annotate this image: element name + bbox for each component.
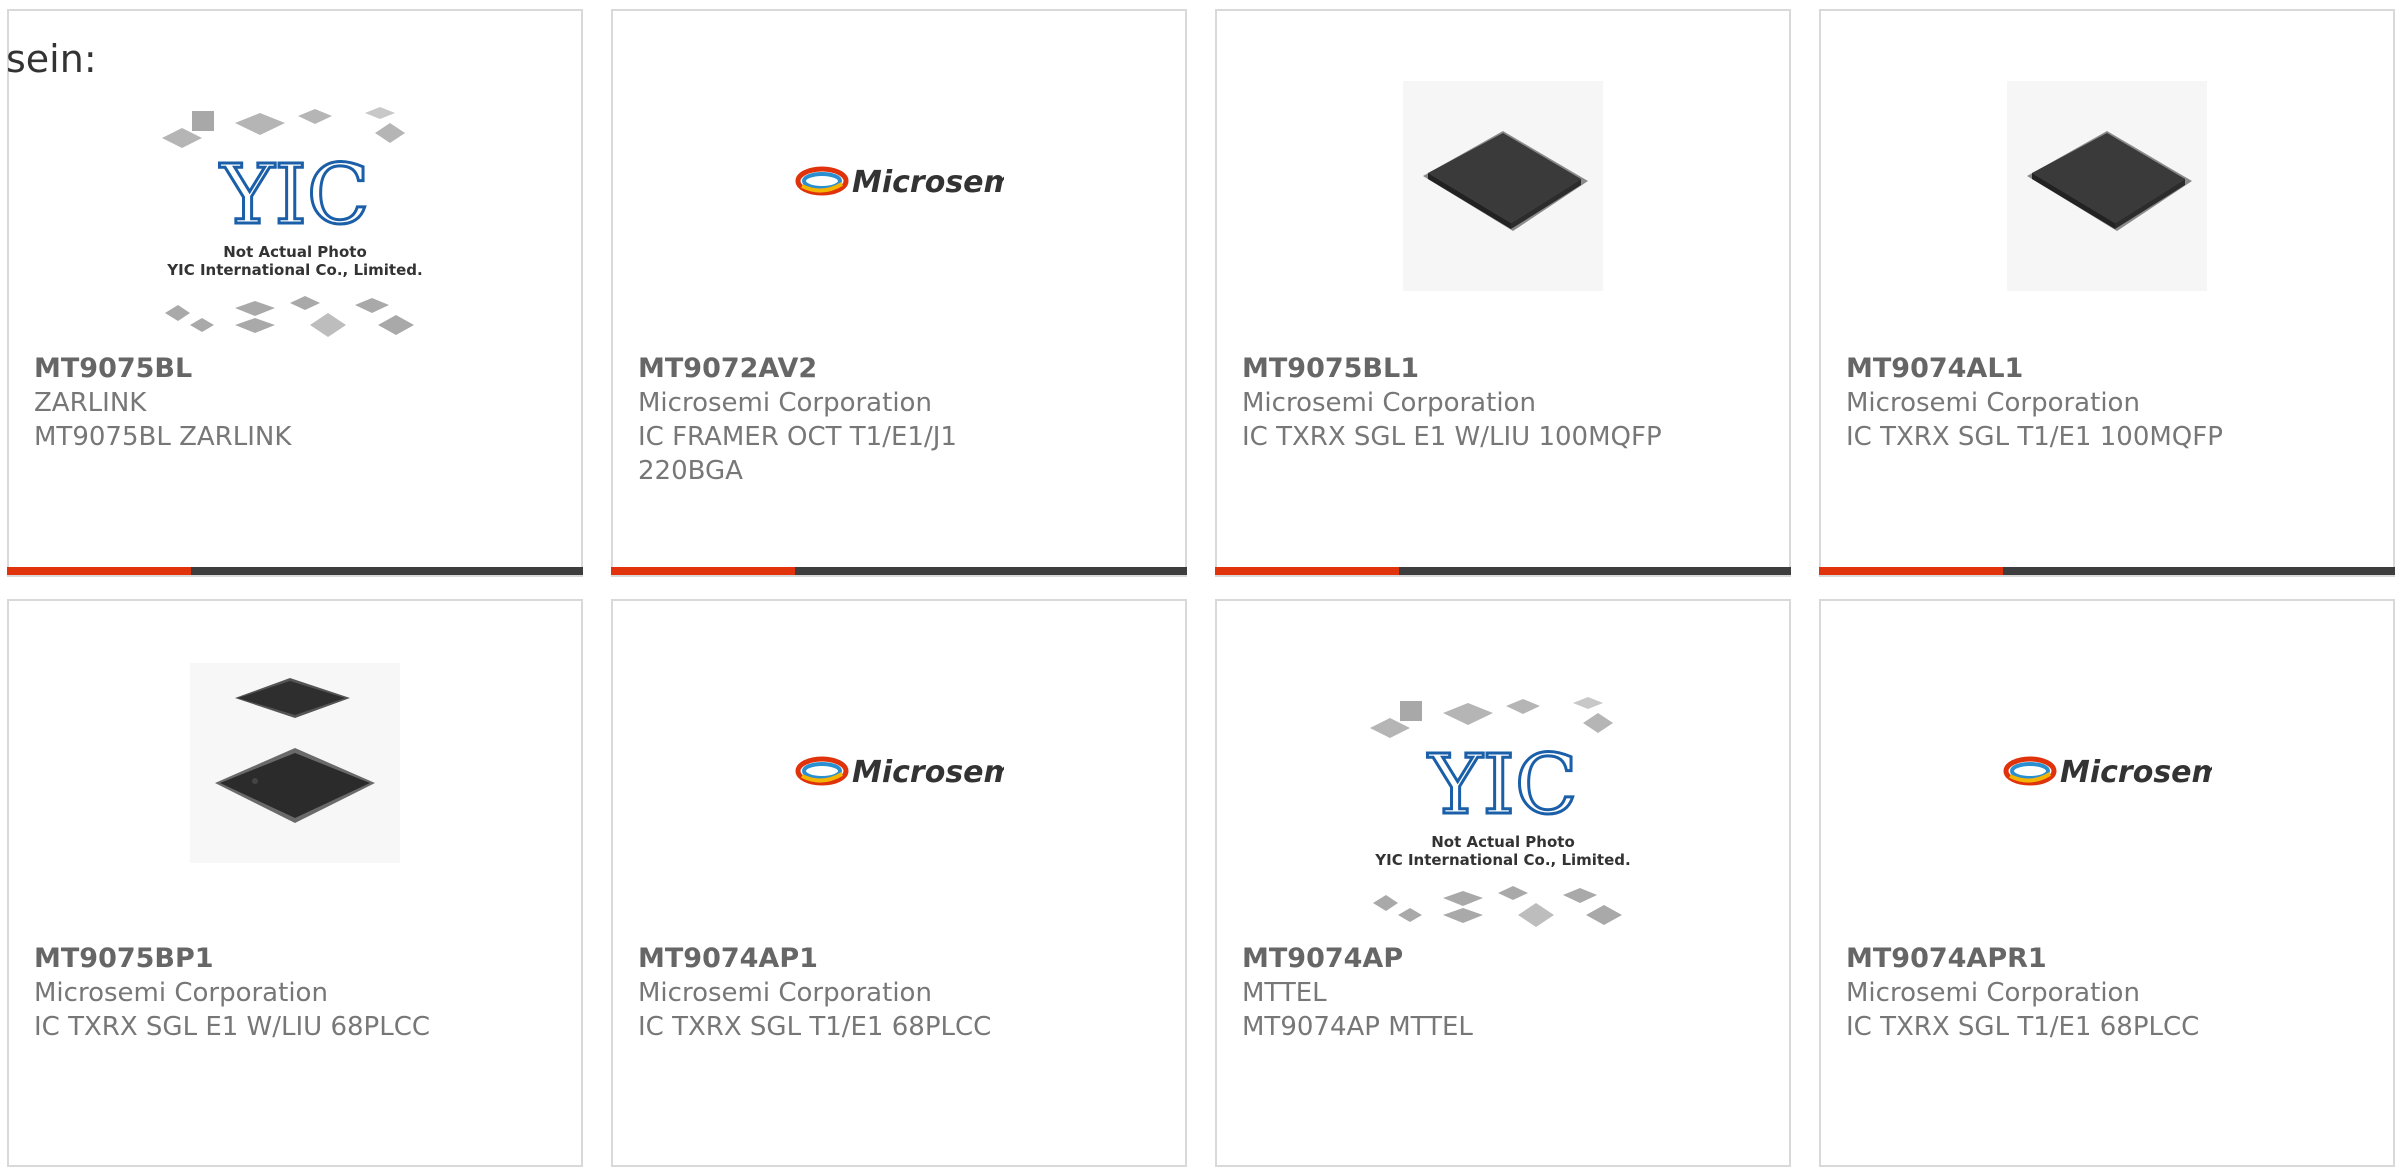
product-card-mt9074ap1[interactable]: Microsemi MT9074AP1 Microsemi Corporatio… <box>611 599 1187 1167</box>
product-card-mt9074al1[interactable]: MT9074AL1 Microsemi Corporation IC TXRX … <box>1819 9 2395 577</box>
part-number[interactable]: MT9075BL <box>34 352 561 386</box>
image-caption-line2: YIC International Co., Limited. <box>1374 851 1630 869</box>
card-bottom-bar <box>1819 567 2395 575</box>
description: MT9075BL ZARLINK <box>34 422 292 452</box>
manufacturer: ZARLINK <box>34 388 147 418</box>
microsemi-logo-text: Microsemi <box>852 165 1004 200</box>
manufacturer: Microsemi Corporation <box>1846 978 2140 1008</box>
card-bar-accent <box>7 567 191 575</box>
plcc-chip-image <box>190 663 400 863</box>
description: IC TXRX SGL T1/E1 68PLCC <box>638 1012 992 1042</box>
product-image[interactable] <box>9 601 581 931</box>
card-bottom-bar <box>7 567 583 575</box>
description: MT9074AP MTTEL <box>1242 1012 1473 1042</box>
part-number[interactable]: MT9074AP <box>1242 942 1769 976</box>
product-image[interactable]: Microsemi <box>1821 601 2393 931</box>
product-card-mt9074ap[interactable]: YIC Not Actual Photo YIC International C… <box>1215 599 1791 1167</box>
product-image[interactable]: YIC Not Actual Photo YIC International C… <box>1217 601 1789 931</box>
description: IC TXRX SGL E1 W/LIU 100MQFP <box>1242 422 1662 452</box>
product-card-mt9074apr1[interactable]: Microsemi MT9074APR1 Microsemi Corporati… <box>1819 599 2395 1167</box>
description: IC TXRX SGL E1 W/LIU 68PLCC <box>34 1012 431 1042</box>
description-line1: IC FRAMER OCT T1/E1/J1 <box>638 422 957 452</box>
part-number[interactable]: MT9074APR1 <box>1846 942 2373 976</box>
image-caption-line1: Not Actual Photo <box>1431 833 1575 851</box>
manufacturer: Microsemi Corporation <box>638 388 932 418</box>
microsemi-logo-text: Microsemi <box>852 755 1004 790</box>
card-bar-accent <box>1819 567 2003 575</box>
product-image[interactable] <box>1217 11 1789 341</box>
image-caption-line2: YIC International Co., Limited. <box>166 261 422 279</box>
microsemi-logo-image: Microsemi <box>795 165 1004 200</box>
manufacturer: Microsemi Corporation <box>1846 388 2140 418</box>
product-image[interactable]: Microsemi <box>613 11 1185 341</box>
card-bar-accent <box>1215 567 1399 575</box>
part-number[interactable]: MT9074AL1 <box>1846 352 2373 386</box>
manufacturer: Microsemi Corporation <box>34 978 328 1008</box>
image-caption-line1: Not Actual Photo <box>223 243 367 261</box>
part-number[interactable]: MT9075BL1 <box>1242 352 1769 386</box>
card-bar-accent <box>611 567 795 575</box>
microsemi-logo-image: Microsemi <box>2003 755 2212 790</box>
description: IC TXRX SGL T1/E1 68PLCC <box>1846 1012 2200 1042</box>
intro-text: sein: <box>6 37 97 81</box>
qfp-chip-image <box>1403 81 1603 291</box>
description: IC TXRX SGL T1/E1 100MQFP <box>1846 422 2223 452</box>
manufacturer: Microsemi Corporation <box>638 978 932 1008</box>
product-image[interactable] <box>1821 11 2393 341</box>
manufacturer: Microsemi Corporation <box>1242 388 1536 418</box>
part-number[interactable]: MT9074AP1 <box>638 942 1165 976</box>
card-bottom-bar <box>611 567 1187 575</box>
product-card-mt9075bl[interactable]: YIC Not Actual Photo YIC International C… <box>7 9 583 577</box>
qfp-chip-image <box>2007 81 2207 291</box>
manufacturer: MTTEL <box>1242 978 1327 1008</box>
microsemi-logo-text: Microsemi <box>2060 755 2212 790</box>
description-line2: 220BGA <box>638 456 743 486</box>
product-image[interactable]: Microsemi <box>613 601 1185 931</box>
yic-placeholder-image: YIC Not Actual Photo YIC International C… <box>162 107 423 337</box>
yic-logo: YIC <box>1427 738 1577 833</box>
part-number[interactable]: MT9075BP1 <box>34 942 561 976</box>
product-card-mt9075bp1[interactable]: MT9075BP1 Microsemi Corporation IC TXRX … <box>7 599 583 1167</box>
card-bottom-bar <box>1215 567 1791 575</box>
product-card-mt9072av2[interactable]: Microsemi MT9072AV2 Microsemi Corporatio… <box>611 9 1187 577</box>
product-card-mt9075bl1[interactable]: MT9075BL1 Microsemi Corporation IC TXRX … <box>1215 9 1791 577</box>
part-number[interactable]: MT9072AV2 <box>638 352 1165 386</box>
microsemi-logo-image: Microsemi <box>795 755 1004 790</box>
yic-logo: YIC <box>219 148 369 243</box>
yic-placeholder-image: YIC Not Actual Photo YIC International C… <box>1370 697 1631 927</box>
